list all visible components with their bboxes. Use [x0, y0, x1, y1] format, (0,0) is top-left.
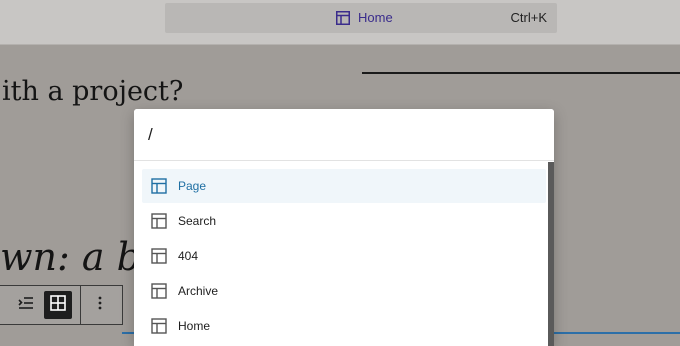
canvas-heading[interactable]: ith a project?	[2, 76, 183, 107]
result-item-page[interactable]: Page	[142, 169, 546, 203]
layout-template-icon	[150, 177, 168, 195]
command-results-list: Page Search 404 Archive Home	[134, 162, 554, 346]
document-title: Home	[358, 10, 393, 25]
result-item-home[interactable]: Home	[142, 309, 546, 343]
command-palette: Page Search 404	[134, 109, 554, 346]
result-item-404[interactable]: 404	[142, 239, 546, 273]
block-toolbar	[0, 285, 123, 325]
result-label: Search	[178, 214, 217, 228]
result-label: 404	[178, 249, 199, 263]
toolbar-divider	[80, 286, 81, 324]
layout-template-icon	[150, 317, 168, 335]
layout-template-icon	[150, 212, 168, 230]
keyboard-shortcut: Ctrl+K	[510, 10, 547, 25]
layout-template-icon	[150, 247, 168, 265]
grid-layout-button[interactable]	[44, 291, 72, 319]
result-label: Home	[178, 319, 211, 333]
command-search-input[interactable]	[134, 109, 554, 161]
result-label: Page	[178, 179, 207, 193]
results-scrollbar[interactable]	[548, 162, 554, 346]
layout-template-icon	[150, 282, 168, 300]
command-palette-trigger[interactable]: Home Ctrl+K	[165, 3, 557, 33]
grid-icon	[49, 294, 67, 317]
result-item-search[interactable]: Search	[142, 204, 546, 238]
result-item-archive[interactable]: Archive	[142, 274, 546, 308]
canvas-italic-text[interactable]: wn: a b	[0, 235, 141, 279]
more-vertical-icon	[91, 294, 109, 317]
editor-top-bar: Home Ctrl+K	[0, 0, 680, 45]
result-label: Archive	[178, 284, 219, 298]
list-indent-icon	[17, 294, 35, 317]
more-options-button[interactable]	[86, 291, 114, 319]
list-indent-button[interactable]	[12, 291, 40, 319]
separator-line	[362, 72, 680, 74]
layout-template-icon	[336, 11, 350, 30]
